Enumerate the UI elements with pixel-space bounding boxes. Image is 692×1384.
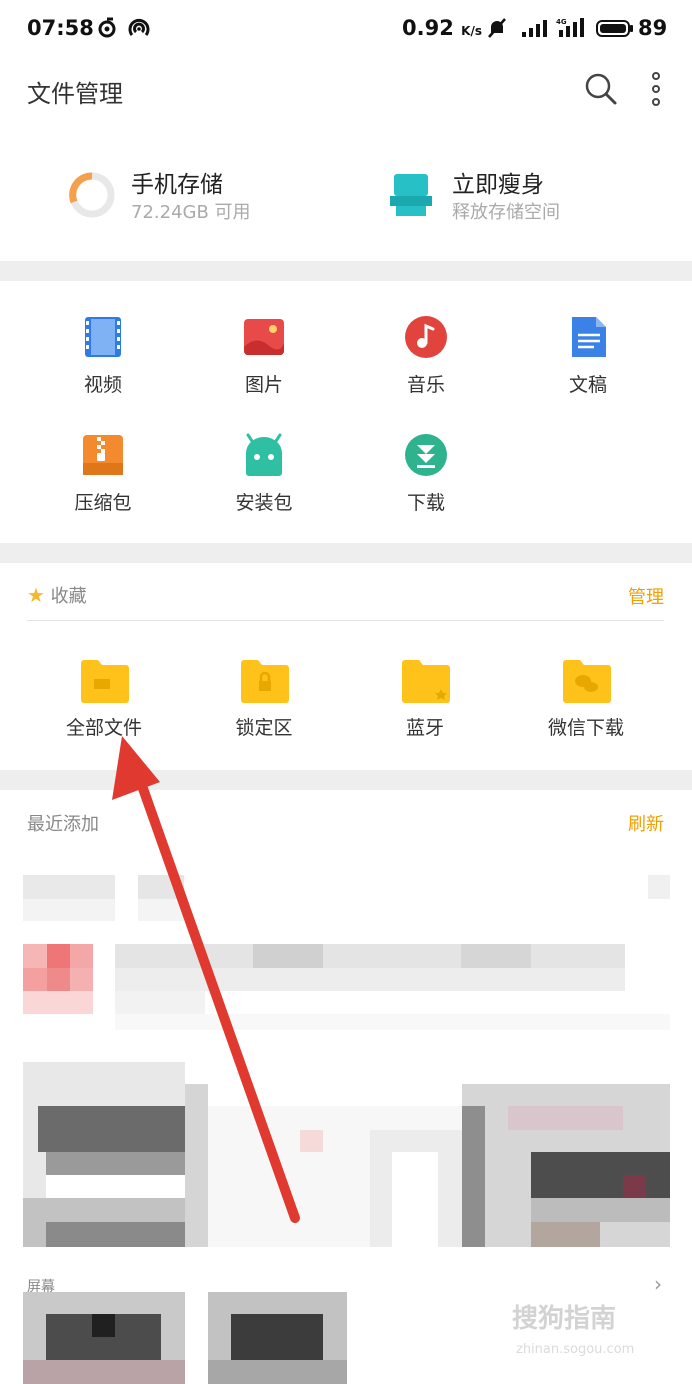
status-time: 07:58 bbox=[27, 16, 94, 40]
search-icon[interactable] bbox=[584, 72, 618, 106]
folder-lock-icon bbox=[241, 660, 289, 703]
category-label: 图片 bbox=[244, 374, 283, 396]
android-package-icon bbox=[246, 433, 282, 476]
watermark-url: zhinan.sogou.com bbox=[516, 1342, 635, 1357]
star-icon: ★ bbox=[27, 583, 45, 607]
section-divider bbox=[0, 543, 692, 563]
cleanup-icon bbox=[390, 174, 432, 216]
battery-icon bbox=[596, 20, 633, 37]
download-icon bbox=[405, 434, 447, 476]
favorites-title: 收藏 bbox=[50, 586, 87, 607]
clean-storage[interactable]: 立即瘦身 释放存储空间 bbox=[388, 160, 668, 230]
phone-storage-free: 72.24GB 可用 bbox=[131, 202, 251, 223]
watermark-logo: 搜狗指南 bbox=[512, 1304, 617, 1334]
category-archive[interactable]: 压缩包 bbox=[48, 433, 158, 533]
archive-icon bbox=[83, 435, 123, 475]
category-document[interactable]: 文稿 bbox=[533, 315, 643, 415]
folder-label: 微信下载 bbox=[547, 717, 624, 739]
category-music[interactable]: 音乐 bbox=[371, 315, 481, 415]
hotspot-icon bbox=[128, 18, 150, 36]
favorites-header: ★ 收藏 bbox=[27, 582, 87, 608]
folder-wechat-icon bbox=[563, 660, 611, 703]
music-icon bbox=[405, 316, 447, 358]
phone-storage[interactable]: 手机存储 72.24GB 可用 bbox=[67, 160, 347, 230]
video-icon bbox=[85, 317, 121, 357]
phone-storage-title: 手机存储 bbox=[131, 172, 223, 198]
folder-wechat-downloads[interactable]: 微信下载 bbox=[521, 655, 651, 745]
favorites-divider bbox=[27, 620, 664, 621]
refresh-button[interactable]: 刷新 bbox=[628, 810, 664, 836]
blurred-screenshot-thumbnails[interactable] bbox=[23, 1292, 347, 1384]
folder-locked[interactable]: 锁定区 bbox=[199, 655, 329, 745]
document-icon bbox=[572, 317, 606, 357]
network-speed: 0.92 K/s bbox=[402, 16, 482, 40]
page-title: 文件管理 bbox=[27, 80, 123, 108]
signal-4g-icon: 4G bbox=[556, 18, 584, 37]
blurred-recent-row bbox=[23, 875, 670, 925]
category-label: 压缩包 bbox=[74, 492, 132, 514]
category-label: 视频 bbox=[83, 374, 122, 396]
sync-icon bbox=[98, 17, 116, 38]
category-label: 文稿 bbox=[568, 374, 607, 396]
blurred-recent-item[interactable] bbox=[23, 944, 670, 1034]
category-apk[interactable]: 安装包 bbox=[209, 433, 319, 533]
folder-label: 锁定区 bbox=[235, 717, 293, 739]
folder-bluetooth[interactable]: 蓝牙 bbox=[360, 655, 490, 745]
signal-icon bbox=[522, 20, 547, 37]
favorites-manage-button[interactable]: 管理 bbox=[628, 583, 664, 609]
mute-bell-icon bbox=[488, 18, 506, 38]
more-options-icon[interactable] bbox=[646, 72, 666, 106]
folder-label: 蓝牙 bbox=[405, 717, 444, 739]
folder-all-files[interactable]: 全部文件 bbox=[39, 655, 169, 745]
chevron-right-icon[interactable]: › bbox=[654, 1272, 662, 1296]
svg-text:4G: 4G bbox=[556, 18, 567, 26]
category-label: 音乐 bbox=[406, 374, 445, 396]
folder-bluetooth-icon bbox=[402, 660, 450, 703]
storage-usage-ring-icon bbox=[69, 172, 115, 218]
recent-title: 最近添加 bbox=[27, 814, 99, 835]
battery-level: 89 bbox=[638, 16, 668, 40]
clean-storage-subtitle: 释放存储空间 bbox=[452, 202, 560, 223]
category-label: 下载 bbox=[406, 492, 445, 514]
category-video[interactable]: 视频 bbox=[48, 315, 158, 415]
status-bar: 07:58 0.92 K/s 4G 89 bbox=[0, 0, 692, 62]
category-picture[interactable]: 图片 bbox=[209, 315, 319, 415]
section-divider bbox=[0, 770, 692, 790]
blurred-image-thumbnails[interactable] bbox=[23, 1062, 670, 1247]
folder-all-files-icon bbox=[81, 660, 129, 703]
clean-storage-title: 立即瘦身 bbox=[452, 172, 544, 198]
folder-label: 全部文件 bbox=[65, 717, 142, 739]
category-download[interactable]: 下载 bbox=[371, 433, 481, 533]
section-divider bbox=[0, 261, 692, 281]
category-label: 安装包 bbox=[235, 492, 293, 514]
picture-icon bbox=[244, 319, 284, 355]
